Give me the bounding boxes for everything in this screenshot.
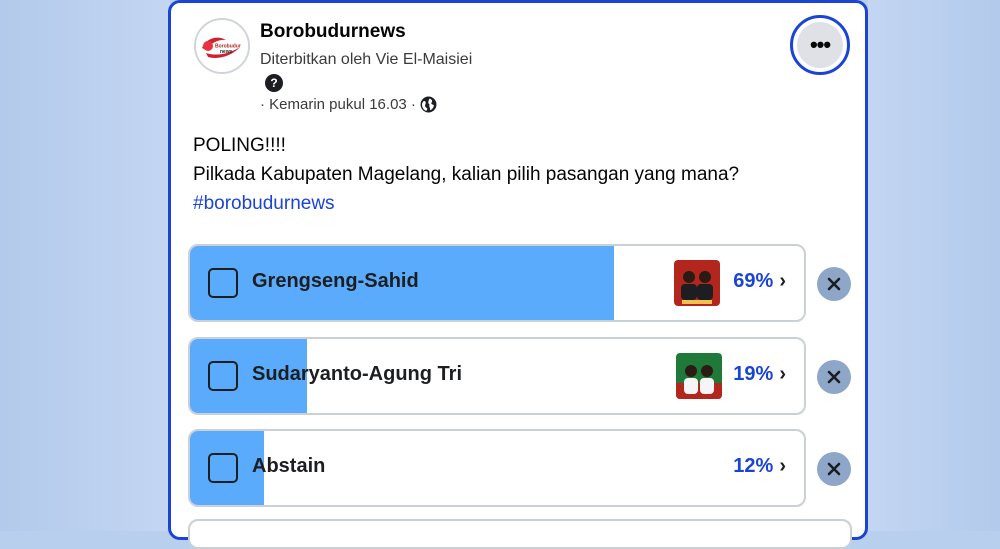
chevron-right-icon[interactable]: › — [779, 363, 786, 386]
more-options-button[interactable]: ••• — [790, 15, 850, 75]
background-left — [0, 0, 170, 531]
borobudurnews-logo: Borobudur news — [196, 20, 248, 72]
poll-option-label: Abstain — [252, 455, 326, 477]
hashtag-link[interactable]: #borobudurnews — [193, 189, 739, 218]
poll-option[interactable]: Grengseng-Sahid 69% › — [188, 244, 806, 322]
poll-option[interactable]: Abstain 12% › — [188, 429, 806, 507]
published-by: Diterbitkan oleh Vie El-Maisiei — [260, 51, 473, 68]
post-body: POLING!!!! Pilkada Kabupaten Magelang, k… — [193, 131, 739, 218]
voter-avatar-thumbnail[interactable] — [676, 353, 722, 399]
poll-percent-value: 69% — [733, 270, 774, 292]
post-timestamp[interactable]: · Kemarin pukul 16.03 · — [260, 96, 416, 113]
post-text-line-2: Pilkada Kabupaten Magelang, kalian pilih… — [193, 164, 740, 185]
more-options-icon: ••• — [797, 22, 843, 68]
poll-checkbox[interactable] — [208, 361, 238, 391]
svg-text:news: news — [220, 49, 233, 55]
poll-option-label: Grengseng-Sahid — [252, 270, 419, 292]
poll-option-partial[interactable] — [188, 519, 852, 549]
post-text-line-1: POLING!!!! — [193, 135, 286, 156]
chevron-right-icon[interactable]: › — [779, 455, 786, 478]
poll-percent-value: 12% — [733, 455, 774, 477]
close-icon — [827, 462, 841, 476]
poll-checkbox[interactable] — [208, 453, 238, 483]
poll-option-percent: 69% › — [733, 270, 786, 293]
page-avatar[interactable]: Borobudur news — [194, 18, 250, 74]
close-icon — [827, 277, 841, 291]
chevron-right-icon[interactable]: › — [779, 270, 786, 293]
close-icon — [827, 370, 841, 384]
poll-option-label: Sudaryanto-Agung Tri — [252, 363, 462, 385]
voter-avatar-thumbnail[interactable] — [674, 260, 720, 306]
page-name[interactable]: Borobudurnews — [260, 21, 406, 43]
poll-option-percent: 12% › — [733, 455, 786, 478]
question-icon[interactable]: ? — [265, 74, 283, 92]
poll-percent-value: 19% — [733, 363, 774, 385]
remove-option-button[interactable] — [817, 267, 851, 301]
globe-icon — [420, 96, 437, 113]
poll-option[interactable]: Sudaryanto-Agung Tri 19% › — [188, 337, 806, 415]
background-right — [868, 0, 1000, 531]
post-timestamp-row: · Kemarin pukul 16.03 · — [260, 96, 437, 113]
remove-option-button[interactable] — [817, 360, 851, 394]
remove-option-button[interactable] — [817, 452, 851, 486]
poll-option-percent: 19% › — [733, 363, 786, 386]
poll-checkbox[interactable] — [208, 268, 238, 298]
